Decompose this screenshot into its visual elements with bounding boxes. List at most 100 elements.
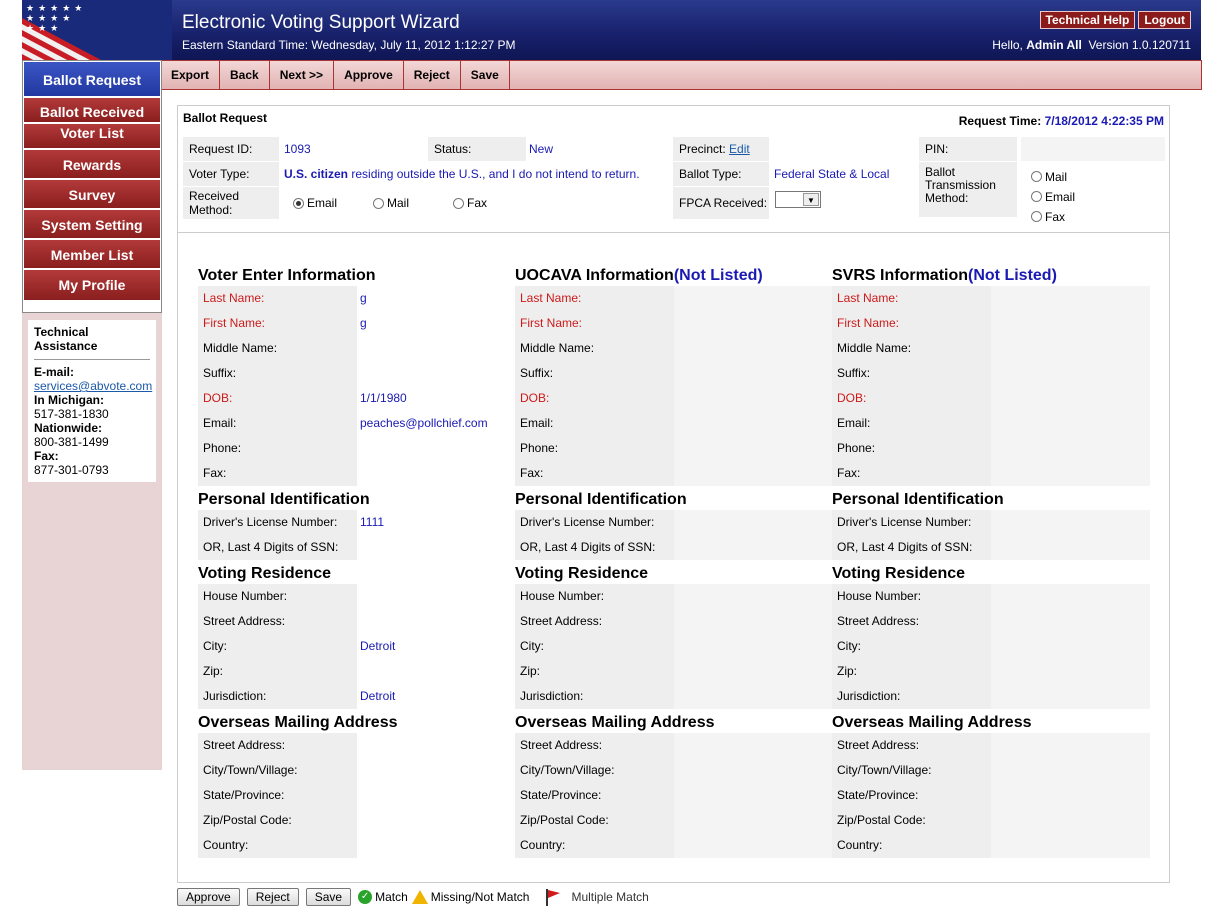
field-label: DOB: [515, 386, 674, 411]
field-label: DOB: [198, 386, 357, 411]
ballot-type-value: Federal State & Local [774, 167, 890, 181]
field-row-last-name: Last Name: g [198, 286, 516, 311]
request-time: Request Time: 7/18/2012 4:22:35 PM [958, 114, 1164, 128]
uocava-information-column: UOCAVA Information(Not Listed) Last Name:… [515, 266, 833, 858]
field-value [991, 361, 1150, 386]
field-label: House Number: [515, 584, 674, 609]
sidebar-nav: Ballot Request Ballot Received Voter Lis… [22, 60, 162, 313]
field-row-zip-postal-code: Zip/Postal Code: [832, 808, 1150, 833]
bottom-save-button[interactable]: Save [305, 888, 352, 906]
field-value: Detroit [360, 689, 396, 703]
field-value [674, 535, 833, 560]
field-row-zip-postal-code: Zip/Postal Code: [515, 808, 833, 833]
field-value [674, 286, 833, 311]
fpca-received-select[interactable]: ▼ [775, 191, 821, 208]
sidebar-item-rewards[interactable]: Rewards [24, 150, 160, 180]
field-row-city-town-village: City/Town/Village: [198, 758, 516, 783]
field-row-phone: Phone: [832, 436, 1150, 461]
export-button[interactable]: Export [161, 61, 221, 89]
assistance-title: Technical Assistance [34, 325, 150, 360]
legend-multiple: Multiple Match [571, 890, 649, 904]
field-row-country: Country: [832, 833, 1150, 858]
field-label: Last Name: [198, 286, 357, 311]
field-value [991, 783, 1150, 808]
logout-button[interactable]: Logout [1138, 11, 1191, 29]
field-label: City/Town/Village: [198, 758, 357, 783]
field-value [357, 659, 516, 684]
field-label: Middle Name: [832, 336, 991, 361]
technical-help-button[interactable]: Technical Help [1039, 11, 1136, 29]
field-label: Email: [832, 411, 991, 436]
sidebar-item-voter-list[interactable]: Voter List [24, 124, 160, 150]
field-value [674, 659, 833, 684]
sidebar-item-ballot-received[interactable]: Ballot Received [24, 98, 160, 124]
request-time-value: 7/18/2012 4:22:35 PM [1044, 114, 1164, 128]
field-label: Street Address: [198, 733, 357, 758]
reject-button[interactable]: Reject [404, 61, 461, 89]
field-row-fax: Fax: [198, 461, 516, 486]
bottom-actions: Approve Reject Save ✓ Match Missing/Not … [177, 887, 653, 907]
ballot-transmission-options: Mail Email Fax [1031, 167, 1075, 227]
sidebar-item-ballot-request[interactable]: Ballot Request [24, 62, 160, 98]
field-label: Middle Name: [515, 336, 674, 361]
field-value: 1111 [360, 515, 385, 529]
overseas-mailing-address-title: Overseas Mailing Address [198, 714, 398, 731]
field-label: City: [832, 634, 991, 659]
field-value [357, 609, 516, 634]
field-value [991, 733, 1150, 758]
btm-email-radio[interactable]: Email [1031, 187, 1075, 207]
field-value [991, 758, 1150, 783]
sidebar-item-survey[interactable]: Survey [24, 180, 160, 210]
received-mail-radio[interactable]: Mail [373, 191, 409, 215]
field-row-zip: Zip: [515, 659, 833, 684]
field-label: Zip: [832, 659, 991, 684]
fax-number: 877-301-0793 [34, 463, 109, 477]
field-label: House Number: [832, 584, 991, 609]
field-label: House Number: [198, 584, 357, 609]
overseas-mailing-address-title: Overseas Mailing Address [832, 714, 1032, 731]
sidebar-item-my-profile[interactable]: My Profile [24, 270, 160, 300]
field-label: Suffix: [832, 361, 991, 386]
field-value [991, 286, 1150, 311]
field-value [991, 411, 1150, 436]
field-label: City/Town/Village: [515, 758, 674, 783]
field-value: peaches@pollchief.com [360, 416, 488, 430]
legend-missing: Missing/Not Match [430, 890, 530, 904]
field-row-house-number: House Number: [832, 584, 1150, 609]
field-label: Zip: [515, 659, 674, 684]
field-label: Country: [515, 833, 674, 858]
field-value [674, 386, 833, 411]
field-value [674, 758, 833, 783]
voting-residence-title: Voting Residence [515, 565, 649, 582]
btm-mail-radio[interactable]: Mail [1031, 167, 1075, 187]
received-fax-radio[interactable]: Fax [453, 191, 487, 215]
next-button[interactable]: Next >> [270, 61, 335, 89]
precinct-edit-link[interactable]: Edit [729, 142, 750, 156]
bottom-reject-button[interactable]: Reject [246, 888, 299, 906]
field-label: Middle Name: [198, 336, 357, 361]
field-row-state-province: State/Province: [832, 783, 1150, 808]
sidebar-item-member-list[interactable]: Member List [24, 240, 160, 270]
bottom-approve-button[interactable]: Approve [177, 888, 240, 906]
panel-title: Ballot Request [183, 111, 268, 125]
personal-identification-title: Personal Identification [832, 491, 1004, 508]
ballot-request-panel: Ballot Request Request Time: 7/18/2012 4… [177, 105, 1170, 883]
field-row-first-name: First Name: [515, 311, 833, 336]
flag-logo: ★★★★★ ★★★★ ★★★ [22, 0, 172, 60]
btm-fax-radio[interactable]: Fax [1031, 207, 1075, 227]
approve-button[interactable]: Approve [334, 61, 404, 89]
received-email-radio[interactable]: Email [293, 191, 337, 215]
field-label: City: [515, 634, 674, 659]
status-value: New [529, 142, 554, 156]
field-label: State/Province: [515, 783, 674, 808]
back-button[interactable]: Back [220, 61, 270, 89]
field-row-street-address: Street Address: [198, 733, 516, 758]
support-email-link[interactable]: services@abvote.com [34, 379, 152, 393]
field-label: DOB: [832, 386, 991, 411]
sidebar-item-system-setting[interactable]: System Setting [24, 210, 160, 240]
nationwide-label: Nationwide: [34, 421, 102, 435]
field-value [674, 733, 833, 758]
save-button[interactable]: Save [461, 61, 509, 89]
field-label: First Name: [515, 311, 674, 336]
field-value [357, 758, 516, 783]
